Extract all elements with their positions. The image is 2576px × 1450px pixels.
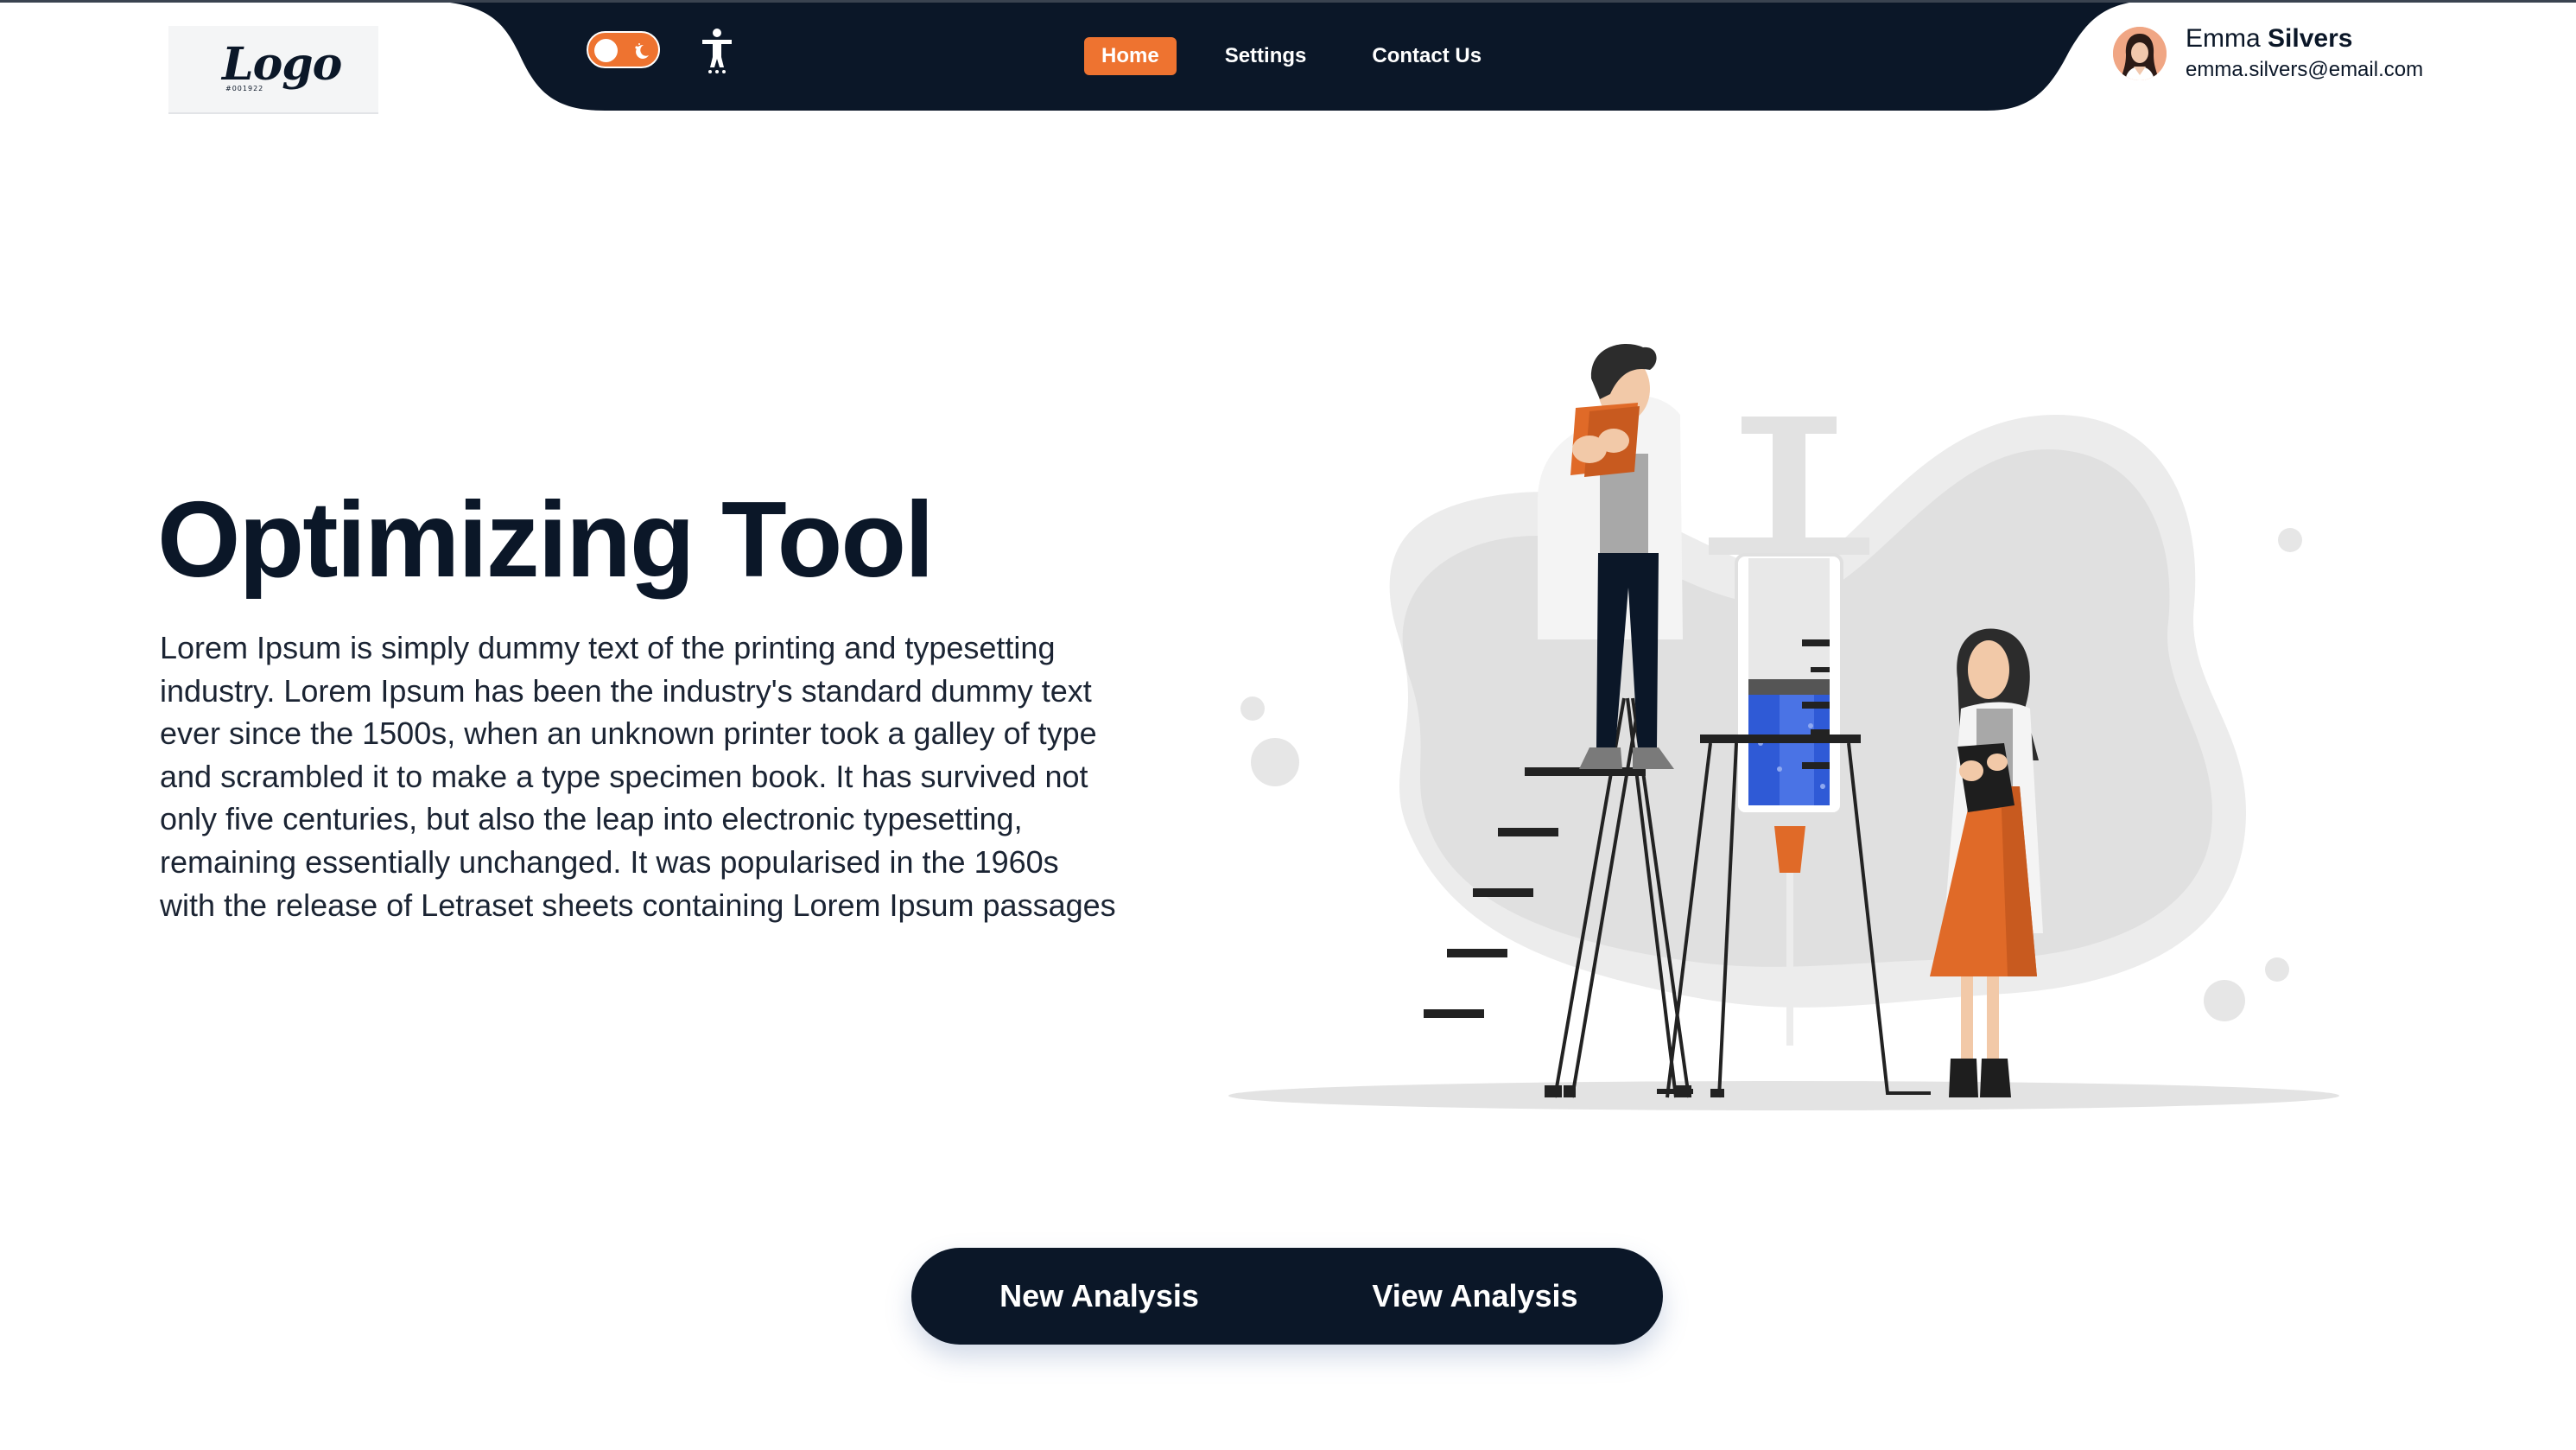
user-email: emma.silvers@email.com: [2186, 58, 2424, 81]
avatar-portrait-icon: [2113, 27, 2167, 80]
user-first-name: Emma: [2186, 24, 2261, 53]
hero-description: Lorem Ipsum is simply dummy text of the …: [160, 630, 1116, 923]
analysis-action-bar: New Analysis View Analysis: [911, 1248, 1663, 1345]
avatar[interactable]: [2113, 27, 2167, 80]
user-name: Emma Silvers: [2186, 24, 2352, 54]
user-last-name: Silvers: [2268, 24, 2353, 53]
scientists-syringe-illustration: [1228, 344, 2339, 1110]
theme-toggle[interactable]: [587, 31, 660, 68]
app-window: Logo #001922 Home Settings Contact Us Em…: [0, 0, 2576, 1450]
nav-home[interactable]: Home: [1084, 37, 1177, 75]
nav-contact-us[interactable]: Contact Us: [1355, 37, 1499, 75]
main-nav: Home Settings Contact Us: [1084, 37, 1499, 75]
accessibility-icon[interactable]: [698, 28, 736, 74]
page-title: Optimizing Tool: [157, 480, 935, 600]
nav-settings[interactable]: Settings: [1208, 37, 1324, 75]
view-analysis-button[interactable]: View Analysis: [1287, 1248, 1663, 1345]
logo[interactable]: Logo #001922: [168, 26, 378, 114]
logo-subtext: #001922: [225, 85, 264, 92]
new-analysis-button[interactable]: New Analysis: [911, 1248, 1287, 1345]
moon-stars-icon: [635, 43, 649, 59]
toggle-knob: [594, 39, 618, 62]
logo-text: Logo: [222, 38, 342, 91]
